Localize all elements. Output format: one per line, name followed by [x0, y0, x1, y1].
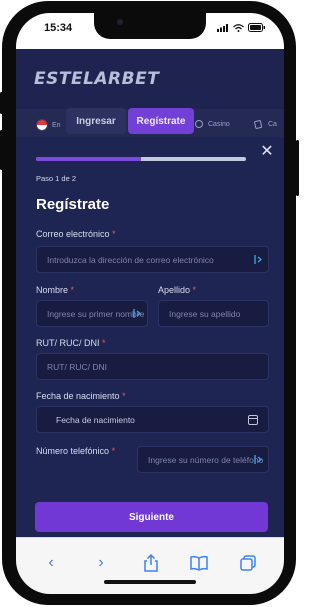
first-name-label-text: Nombre — [36, 285, 69, 295]
tabs-icon[interactable] — [238, 553, 258, 573]
phone-placeholder: Ingrese su número de teléfono — [148, 454, 264, 465]
required-mark: * — [112, 229, 116, 239]
email-placeholder: Introduzca la dirección de correo electr… — [47, 254, 214, 265]
step-progress-bar — [36, 157, 246, 161]
status-time: 15:34 — [44, 22, 73, 34]
notch — [94, 13, 206, 39]
required-mark: * — [111, 446, 116, 456]
next-button[interactable]: Siguiente — [35, 502, 268, 532]
calendar-icon[interactable] — [248, 415, 258, 425]
bookmarks-icon[interactable] — [189, 553, 209, 573]
status-icons — [217, 23, 266, 32]
last-name-field[interactable]: Ingrese su apellido — [158, 300, 269, 327]
birth-date-placeholder: Fecha de nacimiento — [56, 414, 135, 425]
first-name-placeholder: Ingrese su primer nombre — [47, 308, 145, 319]
phone-screen: 15:34 ESTELARBET En Casino Ca Ingresar R… — [16, 13, 284, 594]
share-icon[interactable] — [141, 553, 161, 573]
last-name-placeholder: Ingrese su apellido — [169, 308, 241, 319]
autofill-icon — [254, 455, 263, 464]
rut-field[interactable]: RUT/ RUC/ DNI — [36, 353, 269, 380]
home-indicator — [104, 580, 196, 584]
close-icon[interactable]: ✕ — [260, 144, 274, 160]
forward-icon[interactable]: › — [91, 553, 111, 573]
step-indicator: Paso 1 de 2 — [36, 174, 77, 183]
first-name-field[interactable]: Ingrese su primer nombre — [36, 300, 148, 327]
casino-icon — [195, 120, 203, 128]
rut-label-text: RUT/ RUC/ DNI — [36, 338, 100, 348]
logo-text: ESTELARBET — [34, 69, 160, 89]
battery-icon — [248, 23, 265, 32]
email-field[interactable]: Introduzca la dirección de correo electr… — [36, 246, 269, 273]
category-label: En — [52, 121, 61, 129]
browser-toolbar: ‹ › — [16, 537, 284, 594]
register-button[interactable]: Regístrate — [128, 108, 194, 134]
phone-label-text: Número telefónico — [36, 446, 110, 456]
rut-placeholder: RUT/ RUC/ DNI — [47, 361, 107, 372]
signal-icon — [217, 23, 228, 32]
required-mark: * — [102, 338, 106, 348]
category-item-language[interactable]: En — [36, 119, 61, 131]
estelarbet-logo[interactable]: ESTELARBET — [34, 69, 159, 89]
birth-date-label: Fecha de nacimiento * — [36, 391, 126, 401]
birth-date-label-text: Fecha de nacimiento — [36, 391, 120, 401]
phone-side-button — [296, 140, 299, 196]
required-mark: * — [70, 285, 75, 295]
camera-icon — [117, 19, 123, 25]
birth-date-field[interactable]: Fecha de nacimiento — [36, 406, 269, 433]
wifi-icon — [233, 23, 244, 32]
phone-field[interactable]: Ingrese su número de teléfono — [137, 446, 269, 473]
category-label: Casino — [208, 120, 230, 128]
back-icon[interactable]: ‹ — [41, 553, 61, 573]
required-mark: * — [122, 391, 126, 401]
phone-label: Número telefónico * — [36, 446, 115, 456]
status-bar: 15:34 — [16, 13, 284, 49]
chile-flag-icon — [36, 119, 48, 131]
category-label: Ca — [268, 120, 277, 128]
last-name-label-text: Apellido — [158, 285, 191, 295]
phone-mockup: 15:34 ESTELARBET En Casino Ca Ingresar R… — [0, 0, 300, 607]
autofill-icon — [133, 309, 142, 318]
category-item-cards[interactable]: Ca — [254, 119, 277, 129]
category-item-casino[interactable]: Casino — [194, 119, 230, 129]
cards-icon — [254, 120, 263, 129]
phone-frame: 15:34 ESTELARBET En Casino Ca Ingresar R… — [2, 1, 296, 605]
email-label: Correo electrónico * — [36, 229, 116, 239]
modal-title: Regístrate — [36, 196, 110, 213]
step-progress-fill — [36, 157, 141, 161]
email-label-text: Correo electrónico — [36, 229, 110, 239]
first-name-label: Nombre * — [36, 285, 74, 295]
rut-label: RUT/ RUC/ DNI * — [36, 338, 106, 348]
login-button[interactable]: Ingresar — [66, 108, 126, 134]
required-mark: * — [192, 285, 197, 295]
autofill-icon — [254, 255, 263, 264]
last-name-label: Apellido * — [158, 285, 196, 295]
